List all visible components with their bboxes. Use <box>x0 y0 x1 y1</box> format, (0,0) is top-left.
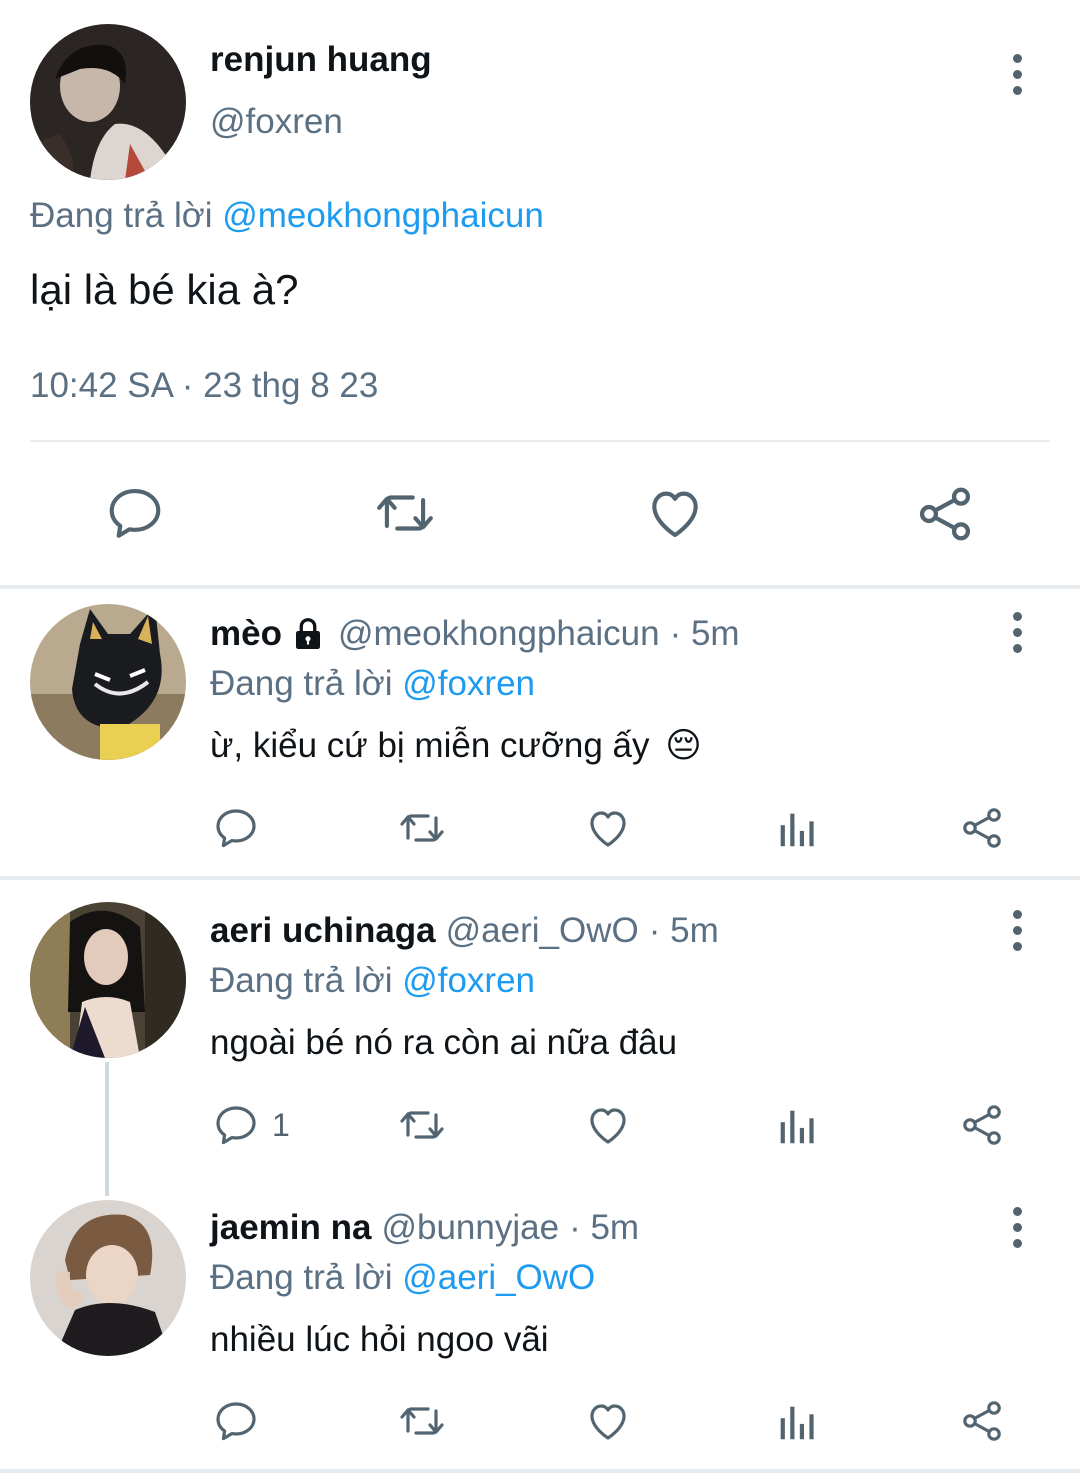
separator <box>0 585 1080 589</box>
heart-icon[interactable] <box>584 1397 632 1445</box>
reply-text-content: ừ, kiểu cứ bị miễn cưỡng ấy <box>210 726 650 765</box>
share-icon[interactable] <box>913 482 977 546</box>
reply-author-name[interactable]: jaemin na <box>210 1208 371 1248</box>
replying-to-line: Đang trả lời @foxren <box>210 664 535 704</box>
replying-prefix: Đang trả lời <box>210 1258 403 1297</box>
analytics-icon[interactable] <box>773 1399 819 1445</box>
replying-to-link[interactable]: @foxren <box>402 961 535 1000</box>
tweet-timestamp[interactable]: 10:42 SA · 23 thg 8 23 <box>30 366 378 406</box>
analytics-icon[interactable] <box>773 1103 819 1149</box>
retweet-icon[interactable] <box>372 482 438 544</box>
reply-icon[interactable]: 1 <box>212 1101 290 1149</box>
more-vertical-icon[interactable] <box>997 44 1037 104</box>
heart-icon[interactable] <box>644 482 706 544</box>
avatar[interactable] <box>30 902 186 1058</box>
thread-connector <box>105 1062 109 1196</box>
replying-to-link[interactable]: @aeri_OwO <box>402 1258 595 1297</box>
reply-time[interactable]: · 5m <box>649 911 719 951</box>
retweet-icon[interactable] <box>396 804 448 852</box>
replying-to-line: Đang trả lời @aeri_OwO <box>210 1258 595 1298</box>
author-handle[interactable]: @foxren <box>210 102 343 142</box>
reply-header: mèo @meokhongphaicun · 5m <box>210 614 740 654</box>
reply-author-handle[interactable]: @bunnyjae <box>381 1208 559 1248</box>
replying-to-link[interactable]: @foxren <box>402 664 535 703</box>
replying-prefix: Đang trả lời <box>210 664 403 703</box>
reply-author-name[interactable]: aeri uchinaga <box>210 911 436 951</box>
share-icon[interactable] <box>958 1397 1006 1445</box>
reply-time[interactable]: · 5m <box>670 614 740 654</box>
more-vertical-icon[interactable] <box>997 900 1037 960</box>
reply-text: ngoài bé nó ra còn ai nữa đâu <box>210 1023 678 1062</box>
pensive-emoji: 😔 <box>665 726 702 765</box>
heart-icon[interactable] <box>584 804 632 852</box>
separator <box>0 1469 1080 1473</box>
reply-author-name[interactable]: mèo <box>210 614 282 654</box>
heart-icon[interactable] <box>584 1101 632 1149</box>
separator <box>0 876 1080 880</box>
more-vertical-icon[interactable] <box>997 602 1037 662</box>
reply-icon[interactable] <box>212 804 260 852</box>
reply-header: aeri uchinaga @aeri_OwO · 5m <box>210 911 719 951</box>
divider <box>30 440 1050 442</box>
replying-to-line: Đang trả lời @meokhongphaicun <box>30 196 544 236</box>
author-name[interactable]: renjun huang <box>210 40 432 80</box>
share-icon[interactable] <box>958 804 1006 852</box>
reply-text: nhiều lúc hỏi ngoo vãi <box>210 1320 549 1359</box>
avatar[interactable] <box>30 1200 186 1356</box>
replying-to-line: Đang trả lời @foxren <box>210 961 535 1001</box>
reply-author-handle[interactable]: @meokhongphaicun <box>338 614 660 654</box>
reply-time[interactable]: · 5m <box>569 1208 639 1248</box>
avatar[interactable] <box>30 604 186 760</box>
replying-prefix: Đang trả lời <box>30 196 223 235</box>
more-vertical-icon[interactable] <box>997 1197 1037 1257</box>
reply-author-handle[interactable]: @aeri_OwO <box>446 911 639 951</box>
reply-header: jaemin na @bunnyjae · 5m <box>210 1208 639 1248</box>
retweet-icon[interactable] <box>396 1397 448 1445</box>
replying-prefix: Đang trả lời <box>210 961 403 1000</box>
tweet-text: lại là bé kia à? <box>30 266 299 313</box>
replying-to-link[interactable]: @meokhongphaicun <box>222 196 544 235</box>
reply-count: 1 <box>272 1106 290 1143</box>
reply-icon[interactable] <box>212 1397 260 1445</box>
retweet-icon[interactable] <box>396 1101 448 1149</box>
avatar[interactable] <box>30 24 186 180</box>
share-icon[interactable] <box>958 1101 1006 1149</box>
reply-text: ừ, kiểu cứ bị miễn cưỡng ấy 😔 <box>210 726 702 766</box>
reply-icon[interactable] <box>104 482 166 544</box>
lock-icon <box>295 618 320 649</box>
analytics-icon[interactable] <box>773 806 819 852</box>
